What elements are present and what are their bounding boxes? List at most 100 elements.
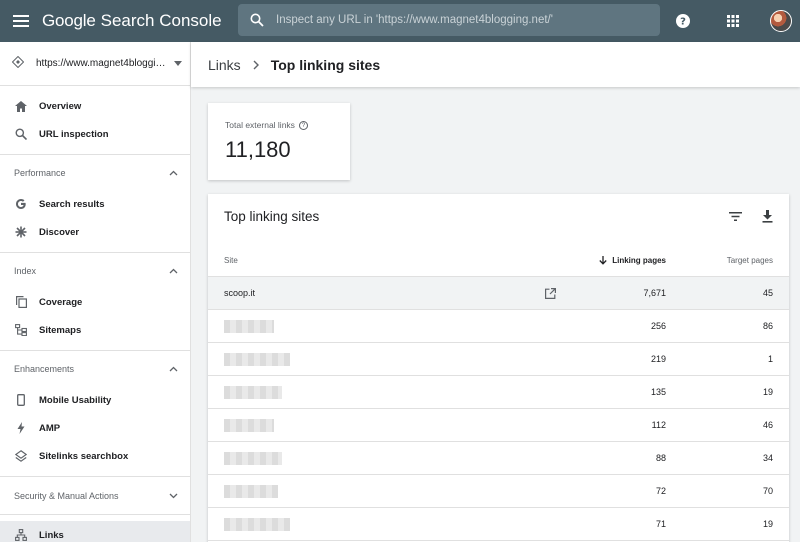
redacted-site [224,419,274,432]
table-row[interactable]: 88 34 [208,442,789,475]
arrow-down-icon [599,255,607,265]
phone-icon [15,394,27,406]
avatar[interactable] [770,10,792,32]
row-site: scoop.it [224,288,256,298]
sidebar-item-links[interactable]: Links [0,521,190,542]
row-linking-pages: 219 [650,354,666,364]
filter-icon[interactable] [725,206,745,226]
sidebar-item-discover[interactable]: Discover [0,218,190,246]
sidebar-item-url-inspection[interactable]: URL inspection [0,120,190,148]
table-header: Site Linking pages Target pages [208,244,789,277]
sidebar-item-label: Discover [39,226,80,238]
row-target-pages: 86 [762,321,773,331]
sidebar-item-label: Sitelinks searchbox [39,450,129,462]
table-title: Top linking sites [224,209,320,224]
table-actions [713,206,777,226]
apps-grid-icon[interactable] [720,8,746,34]
chevron-up-icon [169,364,178,374]
property-icon [11,55,25,71]
row-target-pages: 19 [762,387,773,397]
row-target-pages: 70 [762,486,773,496]
help-icon[interactable]: ? [298,120,308,130]
table-row[interactable]: 219 1 [208,343,789,376]
row-target-pages: 45 [762,288,773,298]
search-icon [15,128,27,140]
sidebar-item-overview[interactable]: Overview [0,92,190,120]
property-selector[interactable]: https://www.magnet4blogging.net/ [0,42,190,86]
google-g-icon [15,198,27,210]
row-linking-pages: 256 [650,321,666,331]
column-header-linking-pages[interactable]: Linking pages [599,255,666,265]
row-linking-pages: 7,671 [643,288,666,298]
sidebar-item-sitelinks-searchbox[interactable]: Sitelinks searchbox [0,442,190,470]
top-actions: ? [670,0,800,42]
sidebar-item-mobile-usability[interactable]: Mobile Usability [0,386,190,414]
breadcrumb-links[interactable]: Links [208,57,241,73]
sidebar-item-search-results[interactable]: Search results [0,190,190,218]
chevron-down-icon [169,491,178,501]
breadcrumb: Links Top linking sites [191,42,800,87]
metric-label: Total external links [225,120,295,130]
section-title: Security & Manual Actions [14,490,119,501]
sidebar-item-label: AMP [39,422,61,434]
network-icon [15,529,27,541]
row-target-pages: 46 [762,420,773,430]
section-security-manual-actions[interactable]: Security & Manual Actions [0,476,190,514]
sitemap-icon [15,324,27,336]
bolt-icon [15,422,27,434]
column-header-site[interactable]: Site [224,256,238,265]
sidebar-item-label: Sitemaps [39,324,82,336]
app-logo[interactable]: Google Search Console [42,11,238,31]
svg-text:?: ? [680,17,686,28]
column-header-label: Linking pages [612,255,666,265]
layers-icon [15,450,27,462]
redacted-site [224,353,290,366]
search-input[interactable] [276,14,660,26]
top-linking-sites-card: Top linking sites Site Linking pages Tar… [208,194,789,542]
table-row[interactable]: 72 70 [208,475,789,508]
help-icon[interactable]: ? [670,8,696,34]
metric-value: 11,180 [225,137,291,162]
total-external-links-card: Total external links ? 11,180 [208,103,350,180]
row-target-pages: 19 [762,519,773,529]
sidebar-item-label: Search results [39,198,105,210]
table-row[interactable]: scoop.it 7,671 45 [208,277,789,310]
home-icon [15,100,27,112]
section-title: Performance [14,167,66,178]
row-linking-pages: 135 [650,387,666,397]
sidebar-item-sitemaps[interactable]: Sitemaps [0,316,190,344]
column-header-target-pages[interactable]: Target pages [727,256,773,265]
sidebar-item-label: URL inspection [39,128,109,140]
search-icon [238,13,276,27]
row-target-pages: 34 [762,453,773,463]
menu-icon[interactable] [0,0,42,42]
url-inspection-search[interactable] [238,4,660,36]
brand-google: Google [42,11,96,30]
section-performance[interactable]: Performance [0,154,190,190]
chevron-right-icon [253,60,259,70]
redacted-site [224,320,274,333]
sidebar: https://www.magnet4blogging.net/ Overvie… [0,42,191,542]
section-title: Enhancements [14,363,75,374]
sidebar-item-amp[interactable]: AMP [0,414,190,442]
table-row[interactable]: 112 46 [208,409,789,442]
sidebar-item-label: Coverage [39,296,83,308]
open-in-new-icon[interactable] [544,287,556,299]
row-target-pages: 1 [767,354,773,364]
metric-label-row: Total external links ? [225,120,350,130]
table-row[interactable]: 135 19 [208,376,789,409]
table-row[interactable]: 256 86 [208,310,789,343]
caret-down-icon [166,61,190,66]
sidebar-item-label: Mobile Usability [39,394,112,406]
sidebar-item-coverage[interactable]: Coverage [0,288,190,316]
brand-product: Search Console [100,11,222,30]
section-enhancements[interactable]: Enhancements [0,350,190,386]
download-icon[interactable] [757,206,777,226]
row-linking-pages: 112 [651,420,666,430]
redacted-site [224,386,282,399]
redacted-site [224,518,290,531]
row-linking-pages: 71 [655,519,666,529]
copy-icon [15,296,27,308]
table-row[interactable]: 71 19 [208,508,789,541]
section-index[interactable]: Index [0,252,190,288]
